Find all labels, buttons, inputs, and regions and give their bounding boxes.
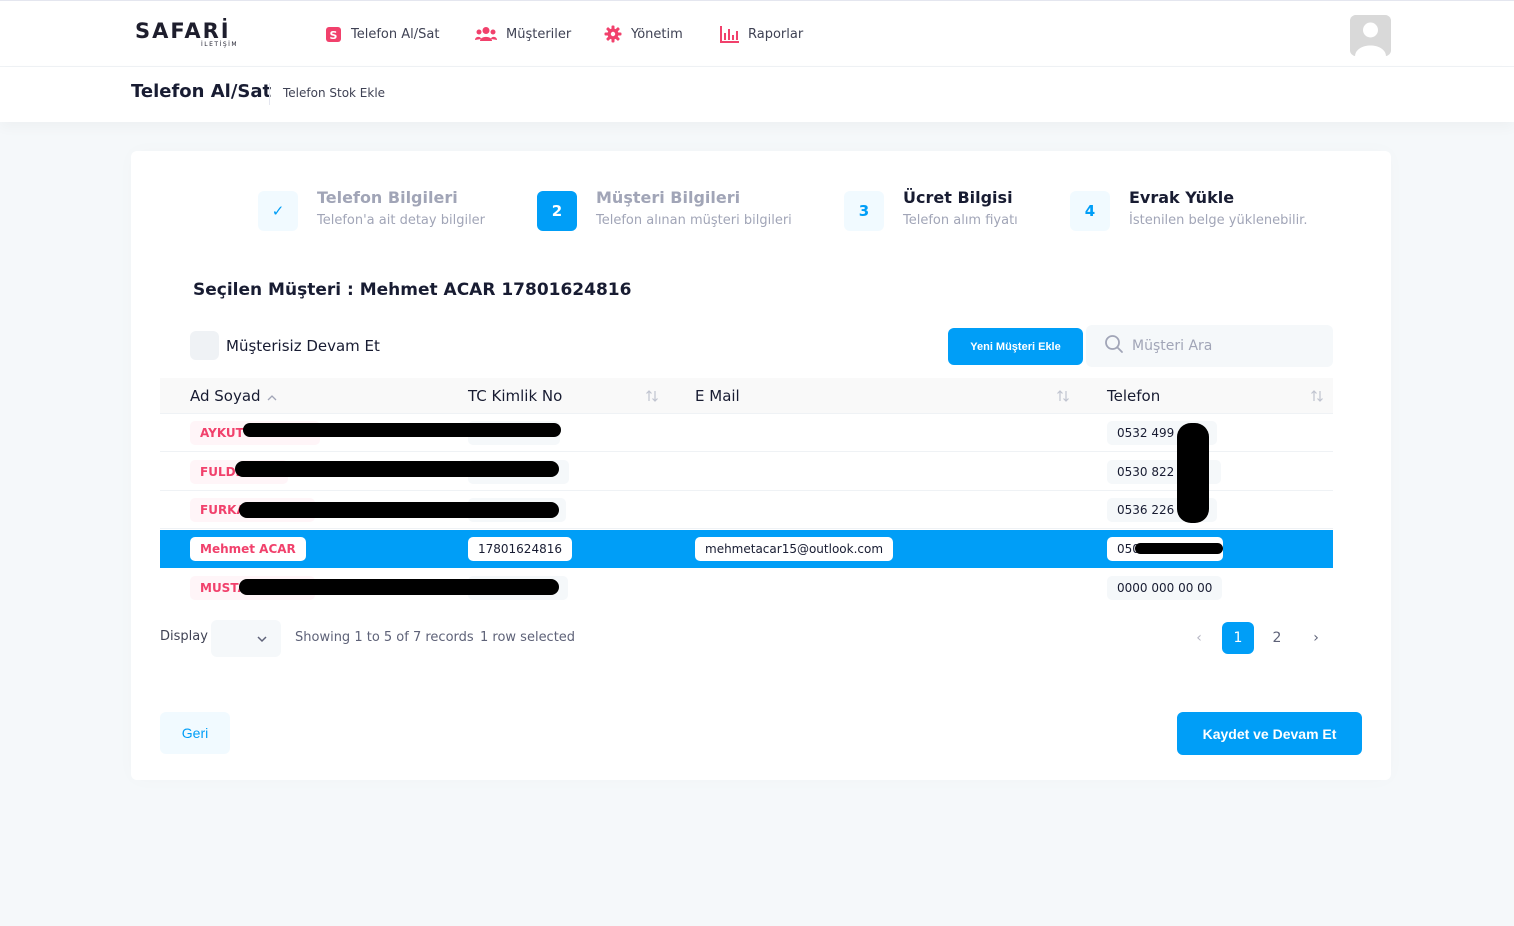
step-title: Müşteri Bilgileri: [596, 188, 741, 207]
step-desc: Telefon'a ait detay bilgiler: [317, 213, 486, 228]
step-desc: Telefon alım fiyatı: [903, 213, 1018, 228]
nav-item-musteriler[interactable]: Müşteriler: [475, 24, 571, 44]
step-desc: Telefon alınan müşteri bilgileri: [596, 213, 792, 228]
column-label: TC Kimlik No: [468, 387, 563, 405]
redaction-bar: [1177, 423, 1209, 523]
stepper-card: ✓ Telefon Bilgileri Telefon'a ait detay …: [131, 151, 1391, 780]
sort-icon[interactable]: [1310, 389, 1324, 406]
no-customer-checkbox[interactable]: Müşterisiz Devam Et: [190, 331, 380, 360]
sort-icon[interactable]: [1056, 389, 1070, 406]
nav-label: Telefon Al/Sat: [351, 26, 440, 42]
step-musteri-bilgileri[interactable]: 2 Müşteri Bilgileri Telefon alınan müşte…: [537, 188, 792, 231]
dollar-icon: S: [325, 26, 342, 43]
redaction-bar: [239, 502, 559, 518]
redaction-bar: [1135, 543, 1223, 554]
nav-item-raporlar[interactable]: Raporlar: [720, 24, 803, 44]
records-info: Showing 1 to 5 of 7 records: [295, 630, 474, 645]
brand-name: SAFARİ: [135, 19, 231, 43]
step-title: Telefon Bilgileri: [317, 188, 458, 207]
step-title: Ücret Bilgisi: [903, 188, 1013, 207]
nav-item-yonetim[interactable]: Yönetim: [604, 24, 683, 44]
page-size-select[interactable]: [211, 620, 281, 657]
redaction-bar: [239, 579, 559, 595]
users-icon: [475, 26, 497, 42]
selected-customer-label: Seçilen Müşteri : Mehmet ACAR 1780162481…: [193, 280, 632, 300]
column-ad-soyad[interactable]: Ad Soyad: [190, 387, 277, 405]
checkbox-box[interactable]: [190, 331, 219, 360]
table-header: Ad Soyad TC Kimlik No E Mail Telefon: [160, 378, 1333, 414]
nav-label: Raporlar: [748, 26, 804, 42]
checkbox-label: Müşterisiz Devam Et: [226, 336, 380, 355]
cell-phone: 0000 000 00 00: [1107, 576, 1223, 600]
cell-email: mehmetacar15@outlook.com: [695, 537, 894, 561]
chevron-down-icon: [256, 630, 268, 649]
breadcrumb: Telefon Stok Ekle: [283, 86, 386, 100]
sort-asc-icon: [267, 387, 277, 405]
redaction-bar: [235, 461, 559, 477]
new-customer-button[interactable]: Yeni Müşteri Ekle: [948, 328, 1083, 365]
step-title: Evrak Yükle: [1129, 188, 1235, 207]
top-navbar: SAFARİ İLETİŞİM S Telefon Al/Sat Müşteri…: [0, 0, 1514, 67]
step-check-icon: ✓: [258, 191, 298, 231]
save-continue-button[interactable]: Kaydet ve Devam Et: [1177, 712, 1362, 755]
svg-text:S: S: [330, 29, 338, 42]
nav-item-telefon[interactable]: S Telefon Al/Sat: [325, 24, 439, 44]
sort-icon[interactable]: [645, 389, 659, 406]
search-input[interactable]: [1132, 338, 1322, 354]
cell-name: Mehmet ACAR: [190, 537, 306, 561]
column-label: E Mail: [695, 387, 740, 405]
page-title: Telefon Al/Sat: [131, 81, 272, 102]
page-button[interactable]: 2: [1261, 622, 1293, 654]
nav-label: Müşteriler: [506, 26, 572, 42]
back-button[interactable]: Geri: [160, 712, 230, 754]
chart-icon: [720, 25, 739, 43]
page-button[interactable]: 1: [1222, 622, 1254, 654]
search-icon: [1104, 334, 1124, 358]
column-label: Ad Soyad: [190, 387, 261, 405]
redaction-bar: [243, 423, 561, 437]
step-telefon-bilgileri[interactable]: ✓ Telefon Bilgileri Telefon'a ait detay …: [258, 188, 486, 231]
page-prev-button[interactable]: ‹: [1183, 622, 1215, 654]
step-number: 2: [537, 191, 577, 231]
selection-info: 1 row selected: [480, 630, 576, 645]
brand-logo[interactable]: SAFARİ İLETİŞİM: [135, 19, 253, 51]
display-label: Display: [160, 629, 208, 644]
subheader: Telefon Al/Sat Telefon Stok Ekle: [0, 67, 1514, 122]
cell-tc: 17801624816: [468, 537, 572, 561]
column-tc[interactable]: TC Kimlik No: [468, 387, 562, 405]
column-telefon[interactable]: Telefon: [1107, 387, 1160, 405]
brand-sub: İLETİŞİM: [201, 41, 239, 48]
step-ucret-bilgisi[interactable]: 3 Ücret Bilgisi Telefon alım fiyatı: [844, 188, 1018, 231]
title-divider: [269, 83, 270, 105]
column-email[interactable]: E Mail: [695, 387, 740, 405]
step-evrak-yukle[interactable]: 4 Evrak Yükle İstenilen belge yüklenebil…: [1070, 188, 1308, 231]
gear-icon: [604, 25, 622, 43]
nav-label: Yönetim: [631, 26, 683, 42]
page-next-button[interactable]: ›: [1300, 622, 1332, 654]
customer-search[interactable]: [1086, 325, 1333, 367]
user-avatar[interactable]: [1350, 15, 1391, 56]
column-label: Telefon: [1107, 387, 1161, 405]
step-number: 3: [844, 191, 884, 231]
step-number: 4: [1070, 191, 1110, 231]
step-desc: İstenilen belge yüklenebilir.: [1129, 213, 1308, 228]
